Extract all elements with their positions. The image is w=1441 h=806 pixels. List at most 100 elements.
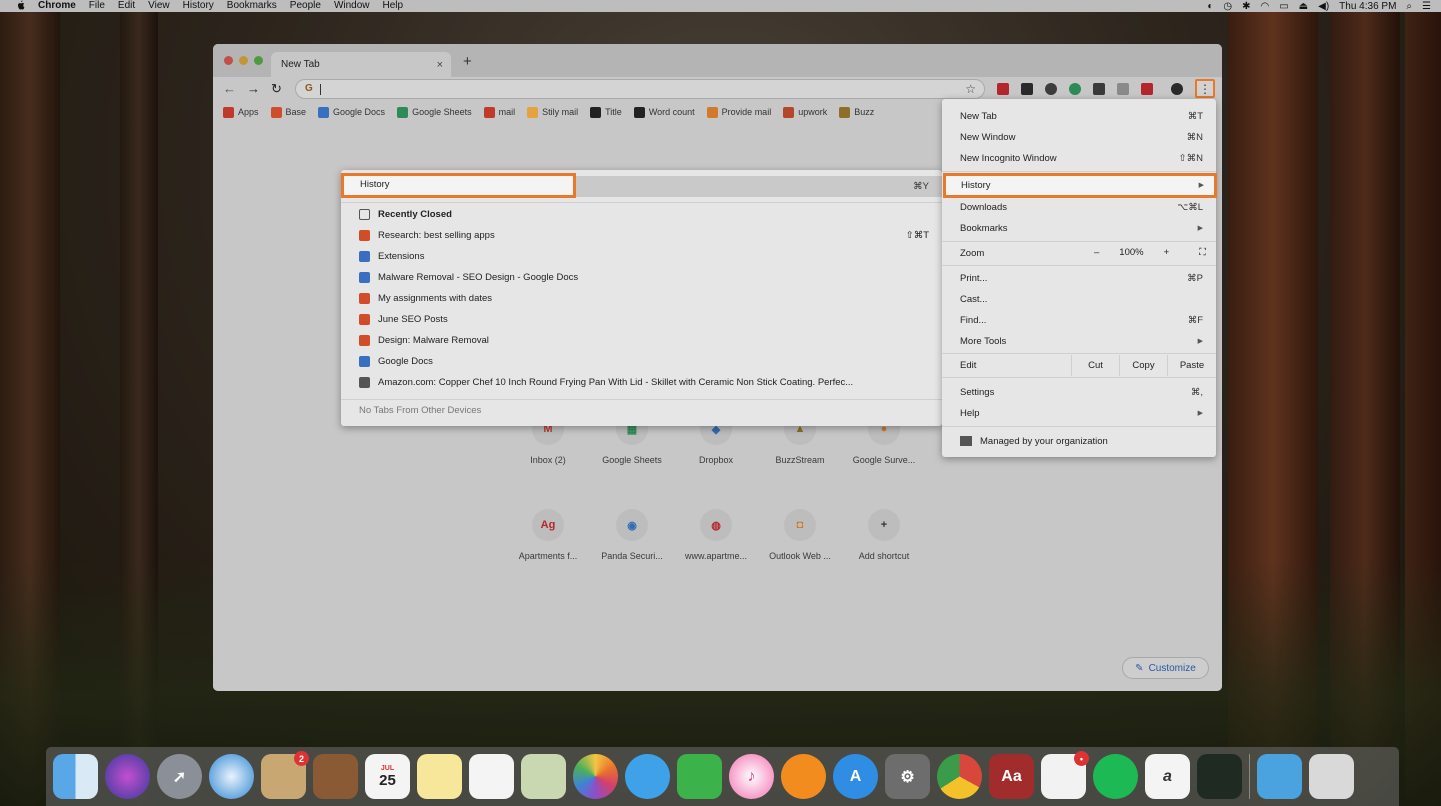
bookmark-item[interactable]: Google Sheets [397,106,472,118]
fullscreen-icon[interactable]: ⛶ [1199,247,1206,258]
bookmark-star-icon[interactable]: ☆ [965,82,976,96]
menu-item-managed[interactable]: Managed by your organization [942,431,1216,451]
new-tab-button[interactable]: + [463,53,472,70]
forward-arrow-icon[interactable]: → [247,81,260,96]
cut-button[interactable]: Cut [1071,355,1119,376]
history-item-highlight[interactable]: History [341,173,576,198]
siri-icon[interactable] [105,754,150,799]
maps-icon[interactable] [521,754,566,799]
menu-bookmarks[interactable]: Bookmarks [227,0,277,12]
itunes-icon[interactable]: ♪ [729,754,774,799]
menu-item-new-incognito-window[interactable]: New Incognito Window ⇧⌘N [942,148,1216,168]
back-arrow-icon[interactable]: ← [223,81,236,96]
menu-people[interactable]: People [290,0,321,12]
downloads-folder-icon[interactable] [1257,754,1302,799]
menu-item-print[interactable]: Print... ⌘P [942,268,1216,288]
books-icon[interactable] [781,754,826,799]
recently-closed-item[interactable]: Google Docs [341,351,942,372]
bookmark-item[interactable]: Word count [633,106,695,118]
chrome-menu-button[interactable]: ⋮ [1195,79,1215,98]
address-bar[interactable]: G ☆ [295,79,985,99]
menu-item-help[interactable]: Help ▶ [942,403,1216,423]
mail-stamp-icon[interactable]: 2 [261,751,309,799]
menu-chrome[interactable]: Chrome [38,0,76,12]
menu-item-cast[interactable]: Cast... [942,289,1216,309]
bookmark-item[interactable]: Provide mail [706,106,771,118]
slack-icon[interactable]: • [1041,751,1089,799]
menu-help[interactable]: Help [383,0,404,12]
bluetooth-icon[interactable]: ✱ [1242,1,1250,12]
copy-button[interactable]: Copy [1119,355,1167,376]
menu-edit[interactable]: Edit [118,0,135,12]
safari-icon[interactable] [209,754,254,799]
menu-window[interactable]: Window [334,0,370,12]
bookmark-item[interactable]: Google Docs [318,106,385,118]
activity-monitor-icon[interactable] [1197,754,1242,799]
menu-item-new-window[interactable]: New Window ⌘N [942,127,1216,147]
spotify-icon[interactable] [1093,754,1138,799]
calendar-icon[interactable]: JUL 25 [365,754,410,799]
eject-icon[interactable]: ⏏ [1299,1,1308,12]
spotlight-icon[interactable]: ⌕ [1406,1,1412,12]
customize-button[interactable]: ✎ Customize [1122,657,1209,679]
recently-closed-item[interactable]: Extensions [341,246,942,267]
recently-closed-item[interactable]: Design: Malware Removal [341,330,942,351]
most-visited-tile[interactable]: ◉ Panda Securi... [593,509,671,561]
menu-item-bookmarks[interactable]: Bookmarks ▶ [942,218,1216,238]
recently-closed-item[interactable]: June SEO Posts [341,309,942,330]
recently-closed-item[interactable]: Amazon.com: Copper Chef 10 Inch Round Fr… [341,372,942,393]
close-window-button[interactable] [224,56,233,65]
bookmark-item[interactable]: Buzz [839,106,874,118]
messages-icon[interactable] [625,754,670,799]
recently-closed-item[interactable]: Research: best selling apps ⇧⌘T [341,225,942,246]
bookmark-item[interactable]: upwork [783,106,827,118]
zoom-out-button[interactable]: – [1094,247,1099,258]
notification-center-icon[interactable]: ☰ [1422,1,1431,12]
system-preferences-icon[interactable]: ⚙ [885,754,930,799]
extension-grammarly-icon[interactable] [1069,83,1081,95]
extension-k-icon[interactable] [1117,83,1129,95]
extension-globe-icon[interactable] [1045,83,1057,95]
script-a-icon[interactable]: a [1145,754,1190,799]
dictionary-icon[interactable]: Aa [989,754,1034,799]
app-store-icon[interactable]: A [833,754,878,799]
photos-icon[interactable] [573,754,618,799]
zoom-in-button[interactable]: + [1164,247,1170,258]
tab-new-tab[interactable]: New Tab × [271,52,451,77]
bookmark-item[interactable]: mail [483,106,515,118]
extension-m-icon[interactable] [1093,83,1105,95]
time-machine-icon[interactable]: ◷ [1223,1,1232,12]
menu-item-downloads[interactable]: Downloads ⌥⌘L [942,197,1216,217]
status-app-icon[interactable]: ◐ [1207,1,1213,12]
extension-flag-icon[interactable] [1021,83,1033,95]
most-visited-tile[interactable]: ◍ www.apartme... [677,509,755,561]
recently-closed-item[interactable]: Malware Removal - SEO Design - Google Do… [341,267,942,288]
maximize-window-button[interactable] [254,56,263,65]
clock[interactable]: Thu 4:36 PM [1339,1,1396,12]
menu-view[interactable]: View [148,0,170,12]
most-visited-tile[interactable]: Ag Apartments f... [509,509,587,561]
most-visited-tile[interactable]: + Add shortcut [845,509,923,561]
menu-item-history[interactable]: History ▶ [943,173,1217,198]
paste-button[interactable]: Paste [1167,355,1216,376]
launchpad-icon[interactable]: ➚ [157,754,202,799]
airplay-icon[interactable]: ▭ [1279,1,1288,12]
recently-closed-item[interactable]: My assignments with dates [341,288,942,309]
menu-item-find[interactable]: Find... ⌘F [942,310,1216,330]
bookmark-item[interactable]: Title [590,106,622,118]
extension-lastpass-icon[interactable] [997,83,1009,95]
menu-file[interactable]: File [89,0,105,12]
finder-icon[interactable] [53,754,98,799]
profile-avatar-icon[interactable] [1171,83,1183,95]
most-visited-tile[interactable]: ◘ Outlook Web ... [761,509,839,561]
menu-history[interactable]: History [183,0,214,12]
notes-icon[interactable] [417,754,462,799]
apple-menu-icon[interactable] [16,0,30,13]
trash-icon[interactable] [1309,754,1354,799]
menu-item-new-tab[interactable]: New Tab ⌘T [942,106,1216,126]
menu-item-more-tools[interactable]: More Tools ▶ [942,331,1216,351]
contacts-icon[interactable] [313,754,358,799]
minimize-window-button[interactable] [239,56,248,65]
wifi-icon[interactable]: ◠ [1260,1,1269,12]
close-tab-icon[interactable]: × [437,59,443,71]
